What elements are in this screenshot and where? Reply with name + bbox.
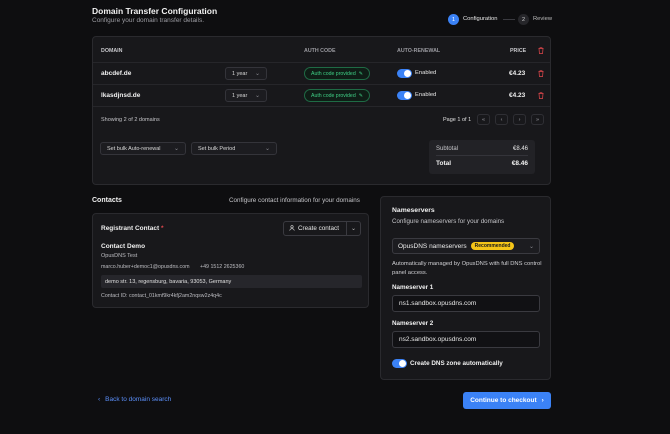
delete-row-icon[interactable] — [538, 92, 544, 101]
create-contact-group: Create contact ⌄ — [283, 221, 361, 236]
edit-icon: ✎ — [358, 92, 364, 99]
step-1-number: 1 — [448, 14, 459, 25]
step-2-label: Review — [533, 16, 553, 22]
total-value: €8.46 — [511, 160, 528, 167]
column-header-domain: DOMAIN — [101, 48, 123, 54]
contact-name: Contact Demo — [101, 243, 146, 250]
domain-name: abcdef.de — [101, 70, 132, 77]
step-2-number: 2 — [518, 14, 529, 25]
auth-code-status: Auth code provided — [311, 92, 356, 99]
contacts-title: Contacts — [92, 197, 122, 204]
continue-label: Continue to checkout — [470, 397, 537, 404]
page-indicator: Page 1 of 1 — [443, 117, 472, 123]
domain-price: €4.23 — [509, 92, 526, 99]
step-connector — [503, 19, 515, 20]
row-divider — [93, 62, 550, 63]
total-label: Total — [436, 160, 452, 167]
registrant-contact-label: Registrant Contact * — [101, 225, 164, 232]
row-divider — [93, 84, 550, 85]
chevron-down-icon: ⌄ — [254, 93, 260, 99]
period-value: 1 year — [232, 70, 248, 77]
contact-email: marco.huber+democ1@opusdns.com — [101, 264, 190, 270]
column-header-price: PRICE — [510, 48, 527, 54]
totals-divider — [436, 155, 528, 156]
showing-count: Showing 2 of 2 domains — [101, 117, 160, 123]
required-mark: * — [160, 225, 164, 232]
period-value: 1 year — [232, 92, 248, 99]
auto-renewal-status: Enabled — [415, 92, 437, 98]
nameserver-1-input[interactable]: ns1.sandbox.opusdns.com — [392, 295, 540, 312]
chevron-right-icon: › — [541, 397, 544, 404]
edit-icon: ✎ — [358, 70, 364, 77]
nameserver-2-label: Nameserver 2 — [392, 320, 434, 327]
first-page-button[interactable]: « — [477, 114, 490, 125]
create-contact-label: Create contact — [298, 225, 339, 232]
contact-panel: Registrant Contact * Create contact ⌄ Co… — [92, 213, 369, 308]
registrant-label-text: Registrant Contact — [101, 225, 160, 232]
auth-code-status: Auth code provided — [311, 70, 356, 77]
dns-zone-label: Create DNS zone automatically — [410, 360, 503, 367]
bulk-auto-renewal-label: Set bulk Auto-renewal — [107, 145, 161, 152]
bulk-period-select[interactable]: Set bulk Period ⌄ — [191, 142, 277, 155]
page-subtitle: Configure your domain transfer details. — [92, 17, 205, 24]
auto-renewal-status: Enabled — [415, 70, 437, 76]
auto-renewal-toggle[interactable] — [397, 91, 412, 100]
next-page-button[interactable]: › — [513, 114, 526, 125]
contact-company: OpusDNS Test — [101, 253, 138, 259]
subtotal-value: €8.46 — [512, 146, 528, 152]
create-contact-button[interactable]: Create contact — [284, 222, 346, 235]
nameservers-description: Configure nameservers for your domains — [392, 218, 505, 225]
back-label: Back to domain search — [105, 396, 172, 403]
nameserver-2-input[interactable]: ns2.sandbox.opusdns.com — [392, 331, 540, 348]
delete-all-icon[interactable] — [538, 47, 544, 56]
chevron-down-icon: ⌄ — [350, 226, 357, 232]
nameserver-type-value: OpusDNS nameservers — [398, 242, 467, 250]
domain-table-panel: DOMAIN AUTH CODE AUTO-RENEWAL PRICE abcd… — [92, 36, 551, 185]
auth-code-badge[interactable]: Auth code provided ✎ — [304, 89, 371, 102]
step-1-label: Configuration — [463, 16, 498, 22]
nameserver-1-label: Nameserver 1 — [392, 284, 434, 291]
recommended-badge: Recommended — [470, 242, 515, 250]
prev-page-button[interactable]: ‹ — [495, 114, 508, 125]
column-header-auto-renewal: AUTO-RENEWAL — [397, 48, 441, 54]
contacts-description: Configure contact information for your d… — [229, 197, 360, 204]
chevron-down-icon: ⌄ — [528, 243, 534, 250]
back-link[interactable]: ‹ Back to domain search — [98, 396, 171, 403]
chevron-down-icon: ⌄ — [173, 146, 179, 152]
nameservers-title: Nameservers — [392, 207, 435, 214]
column-header-auth-code: AUTH CODE — [304, 48, 336, 54]
period-select[interactable]: 1 year ⌄ — [225, 89, 267, 102]
totals-box: Subtotal €8.46 Total €8.46 — [429, 140, 535, 174]
chevron-left-icon: ‹ — [98, 396, 101, 403]
row-divider — [93, 106, 550, 107]
nameservers-info: Automatically managed by OpusDNS with fu… — [392, 261, 542, 276]
page-title: Domain Transfer Configuration — [92, 6, 218, 16]
auth-code-badge[interactable]: Auth code provided ✎ — [304, 67, 371, 80]
domain-name: lkasdjnsd.de — [101, 92, 141, 99]
chevron-down-icon: ⌄ — [264, 146, 270, 152]
period-select[interactable]: 1 year ⌄ — [225, 67, 267, 80]
delete-row-icon[interactable] — [538, 70, 544, 79]
auto-renewal-toggle[interactable] — [397, 69, 412, 78]
bulk-period-label: Set bulk Period — [198, 145, 236, 152]
contact-id: Contact ID: contact_01kmf9kr4kfj2am2nqsw… — [101, 293, 222, 299]
user-icon — [289, 224, 295, 233]
subtotal-label: Subtotal — [436, 146, 459, 152]
contact-address: demo str. 13, regensburg, bavaria, 93053… — [101, 275, 362, 288]
chevron-down-icon: ⌄ — [254, 71, 260, 77]
continue-button[interactable]: Continue to checkout › — [463, 392, 551, 409]
nameserver-type-select[interactable]: OpusDNS nameservers Recommended ⌄ — [392, 238, 540, 254]
dns-zone-toggle[interactable] — [392, 359, 407, 368]
domain-price: €4.23 — [509, 70, 526, 77]
nameservers-panel: Nameservers Configure nameservers for yo… — [380, 196, 551, 380]
bulk-auto-renewal-select[interactable]: Set bulk Auto-renewal ⌄ — [100, 142, 186, 155]
contact-phone: +49 1512 2625360 — [200, 264, 245, 270]
last-page-button[interactable]: » — [531, 114, 544, 125]
create-contact-menu-button[interactable]: ⌄ — [346, 222, 360, 235]
